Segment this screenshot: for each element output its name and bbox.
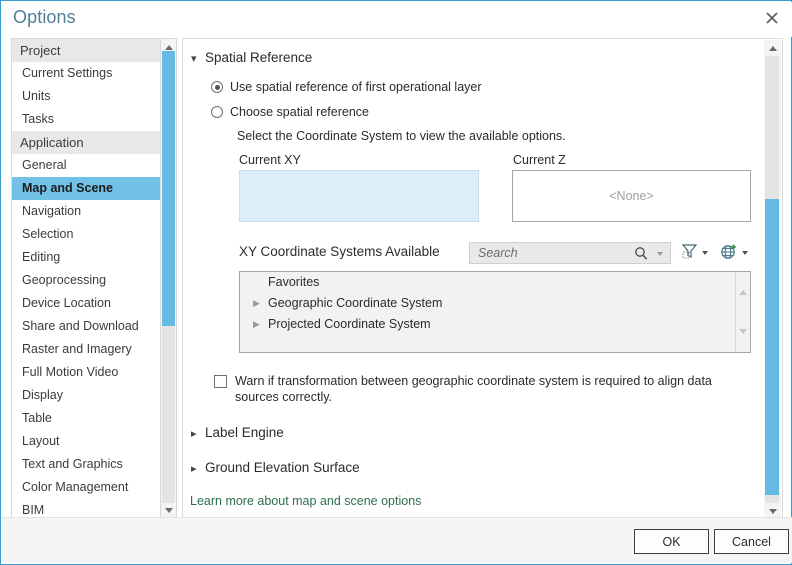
radio-icon-unchecked	[211, 106, 223, 118]
sidebar-item-map-and-scene[interactable]: Map and Scene	[12, 177, 160, 200]
warn-transformation-label: Warn if transformation between geographi…	[235, 373, 749, 405]
scroll-up-arrow-icon	[165, 45, 173, 50]
settings-sidebar[interactable]: Project Current Settings Units Tasks App…	[11, 38, 161, 519]
add-coordinate-system-button[interactable]	[720, 241, 748, 265]
warn-transformation-checkbox[interactable]	[214, 375, 227, 388]
search-input[interactable]: Search	[469, 242, 671, 264]
coordinate-systems-tree[interactable]: Favorites ▶ Geographic Coordinate System…	[239, 271, 751, 353]
sidebar-group-project: Project	[12, 39, 160, 62]
close-icon	[756, 12, 788, 24]
tree-item-favorites[interactable]: Favorites	[240, 272, 750, 293]
sidebar-item-text-and-graphics[interactable]: Text and Graphics	[12, 453, 160, 476]
globe-add-icon	[720, 243, 738, 264]
main-panel-scrollbar[interactable]	[764, 40, 781, 519]
scroll-up-arrow-icon	[769, 46, 777, 51]
search-dropdown-chevron-down-icon[interactable]	[657, 252, 663, 256]
filter-chevron-down-icon[interactable]	[702, 251, 708, 255]
radio-label-choose-spatial-reference: Choose spatial reference	[230, 105, 369, 119]
chevron-down-icon: ▾	[191, 52, 205, 65]
filter-funnel-icon	[681, 243, 698, 263]
tree-item-projected-coordinate-system[interactable]: ▶ Projected Coordinate System	[240, 314, 750, 335]
coordinate-system-hint: Select the Coordinate System to view the…	[237, 129, 566, 143]
sidebar-scroll-down-button[interactable]	[161, 502, 176, 518]
sidebar-item-general[interactable]: General	[12, 154, 160, 177]
cs-scroll-down-button[interactable]	[739, 334, 747, 348]
tree-item-geographic-coordinate-system[interactable]: ▶ Geographic Coordinate System	[240, 293, 750, 314]
sidebar-item-layout[interactable]: Layout	[12, 430, 160, 453]
cancel-button[interactable]: Cancel	[714, 529, 789, 554]
sidebar-item-display[interactable]: Display	[12, 384, 160, 407]
sidebar-item-current-settings[interactable]: Current Settings	[12, 62, 160, 85]
scroll-down-arrow-icon	[165, 508, 173, 513]
expand-arrow-icon[interactable]: ▶	[253, 314, 263, 335]
section-label-ground-elevation-surface: Ground Elevation Surface	[205, 460, 360, 475]
dialog-footer: OK Cancel	[2, 517, 792, 563]
scroll-down-arrow-icon	[769, 509, 777, 514]
dialog-titlebar: Options	[2, 2, 792, 37]
ok-button[interactable]: OK	[634, 529, 709, 554]
cs-scroll-up-button[interactable]	[739, 276, 747, 290]
scroll-up-arrow-icon	[739, 276, 747, 295]
section-header-label-engine[interactable]: ▸Label Engine	[191, 425, 284, 440]
options-main-panel: ▾Spatial Reference Use spatial reference…	[182, 38, 783, 519]
sidebar-item-full-motion-video[interactable]: Full Motion Video	[12, 361, 160, 384]
xy-coordinate-systems-available-label: XY Coordinate Systems Available	[239, 244, 440, 259]
sidebar-item-device-location[interactable]: Device Location	[12, 292, 160, 315]
map-and-scene-content: ▾Spatial Reference Use spatial reference…	[183, 39, 766, 518]
sidebar-item-color-management[interactable]: Color Management	[12, 476, 160, 499]
tree-item-label: Projected Coordinate System	[268, 317, 431, 331]
main-scroll-thumb[interactable]	[765, 199, 779, 495]
sidebar-item-bim[interactable]: BIM	[12, 499, 160, 519]
main-scroll-up-button[interactable]	[765, 40, 780, 56]
section-label-spatial-reference: Spatial Reference	[205, 50, 312, 65]
sidebar-item-navigation[interactable]: Navigation	[12, 200, 160, 223]
current-z-label: Current Z	[513, 153, 566, 167]
radio-label-use-first-operational-layer: Use spatial reference of first operation…	[230, 80, 482, 94]
section-label-label-engine: Label Engine	[205, 425, 284, 440]
sidebar-item-raster-and-imagery[interactable]: Raster and Imagery	[12, 338, 160, 361]
current-z-value-box[interactable]: <None>	[512, 170, 751, 222]
add-coordinate-system-chevron-down-icon[interactable]	[742, 251, 748, 255]
sidebar-item-tasks[interactable]: Tasks	[12, 108, 160, 131]
options-dialog: Options Project Current Settings Units T…	[0, 0, 792, 565]
search-placeholder: Search	[478, 246, 518, 260]
sidebar-item-selection[interactable]: Selection	[12, 223, 160, 246]
sidebar-item-share-and-download[interactable]: Share and Download	[12, 315, 160, 338]
chevron-right-icon: ▸	[191, 427, 205, 440]
learn-more-link[interactable]: Learn more about map and scene options	[190, 494, 421, 508]
coordinate-systems-scrollbar[interactable]	[735, 272, 750, 352]
filter-button[interactable]	[681, 241, 708, 265]
current-xy-label: Current XY	[239, 153, 301, 167]
current-xy-value-box[interactable]	[239, 170, 479, 222]
scroll-down-arrow-icon	[739, 329, 747, 348]
page-title: Options	[13, 7, 76, 28]
section-header-spatial-reference[interactable]: ▾Spatial Reference	[191, 50, 312, 65]
radio-icon-checked	[211, 81, 223, 93]
sidebar-item-geoprocessing[interactable]: Geoprocessing	[12, 269, 160, 292]
sidebar-scroll-thumb[interactable]	[162, 51, 175, 326]
sidebar-item-table[interactable]: Table	[12, 407, 160, 430]
close-button[interactable]	[756, 5, 788, 31]
sidebar-scroll-up-button[interactable]	[161, 39, 176, 55]
sidebar-item-units[interactable]: Units	[12, 85, 160, 108]
tree-item-label: Favorites	[268, 275, 319, 289]
search-icon	[634, 246, 648, 264]
tree-item-label: Geographic Coordinate System	[268, 296, 442, 310]
sidebar-group-application: Application	[12, 131, 160, 154]
chevron-right-icon: ▸	[191, 462, 205, 475]
section-header-ground-elevation-surface[interactable]: ▸Ground Elevation Surface	[191, 460, 360, 475]
radio-use-first-operational-layer[interactable]: Use spatial reference of first operation…	[211, 80, 482, 94]
sidebar-scrollbar[interactable]	[161, 38, 177, 519]
radio-choose-spatial-reference[interactable]: Choose spatial reference	[211, 105, 369, 119]
sidebar-item-editing[interactable]: Editing	[12, 246, 160, 269]
expand-arrow-icon[interactable]: ▶	[253, 293, 263, 314]
